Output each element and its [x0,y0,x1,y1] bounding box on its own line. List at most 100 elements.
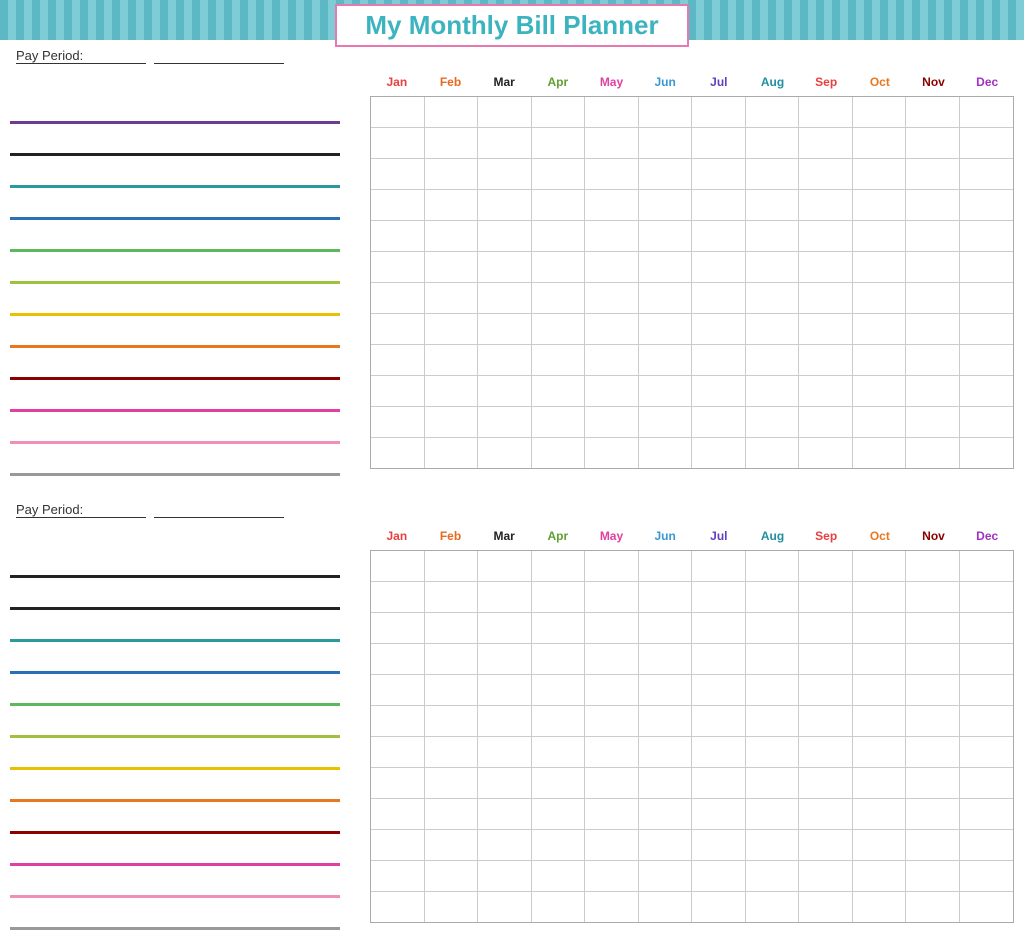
grid-row [371,376,1013,407]
grid-cell [532,283,586,313]
grid-cell [371,551,425,581]
title-box: My Monthly Bill Planner [335,4,688,47]
month-header-nov: Nov [907,68,961,96]
grid-cell [371,675,425,705]
grid-cell [371,613,425,643]
grid-cell [746,252,800,282]
grid-cell [906,706,960,736]
grid-cell [425,283,479,313]
grid-cell [906,376,960,406]
grid-row [371,252,1013,283]
grid-cell [371,830,425,860]
grid-cell [371,644,425,674]
bill-line [10,646,370,676]
month-header-sep: Sep [799,522,853,550]
pay-period-1: Pay Period: [12,48,1014,64]
grid-cell [371,159,425,189]
grid-cell [746,283,800,313]
bill-line-inner [10,313,340,316]
page: My Monthly Bill Planner Pay Period: JanF… [0,0,1024,938]
grid-cell [746,190,800,220]
grid-cell [692,97,746,127]
grid-cell [692,159,746,189]
grid-cell [799,675,853,705]
grid-cell [746,221,800,251]
grid-cell [532,551,586,581]
lines-col-1 [10,68,370,480]
grid-cell [532,613,586,643]
grid-row [371,97,1013,128]
grid-cell [960,613,1014,643]
grid-cell [478,252,532,282]
grid-cell [960,128,1014,158]
bill-line-inner [10,281,340,284]
grid-col-2: JanFebMarAprMayJunJulAugSepOctNovDec [370,522,1014,934]
month-header-jul: Jul [692,68,746,96]
grid-cell [478,407,532,437]
bill-line [10,742,370,772]
grid-cell [639,582,693,612]
grid-cell [425,768,479,798]
grid-cell [585,252,639,282]
bill-line [10,160,370,190]
grid-cell [639,892,693,922]
bill-line [10,902,370,932]
planner-area-1: JanFebMarAprMayJunJulAugSepOctNovDec [10,68,1014,480]
grid-cell [478,221,532,251]
header-bar: My Monthly Bill Planner [0,0,1024,40]
grid-cell [746,582,800,612]
grid-cell [853,407,907,437]
grid-cell [639,128,693,158]
grid-cell [532,159,586,189]
grid-cell [799,97,853,127]
grid-cell [639,345,693,375]
month-header-mar: Mar [477,522,531,550]
grid-cell [371,345,425,375]
grid-cell [746,706,800,736]
grid-cell [585,830,639,860]
grid-cell [371,799,425,829]
grid-row [371,314,1013,345]
grid-cell [799,582,853,612]
month-headers-2: JanFebMarAprMayJunJulAugSepOctNovDec [370,522,1014,550]
grid-cell [746,551,800,581]
grid-cell [532,221,586,251]
grid-cell [853,128,907,158]
grid-cell [478,892,532,922]
grid-cell [853,314,907,344]
bill-line [10,710,370,740]
grid-cell [799,376,853,406]
grid-cell [746,768,800,798]
grid-cell [425,128,479,158]
month-header-may: May [585,522,639,550]
grid-cell [425,861,479,891]
grid-cell [478,799,532,829]
month-header-feb: Feb [424,522,478,550]
grid-cell [639,252,693,282]
grid-cell [960,675,1014,705]
grid-cell [532,314,586,344]
grid-cell [639,97,693,127]
bill-line-inner [10,831,340,834]
grid-cell [425,221,479,251]
grid-cell [960,376,1014,406]
grid-cell [532,892,586,922]
grid-cell [532,438,586,468]
grid-cell [853,551,907,581]
grid-cell [585,190,639,220]
planner-area-2: JanFebMarAprMayJunJulAugSepOctNovDec [10,522,1014,934]
grid-cell [746,376,800,406]
bill-line [10,550,370,580]
grid-cell [585,376,639,406]
grid-cell [532,799,586,829]
grid-cell [425,644,479,674]
grid-cell [532,644,586,674]
grid-cell [692,407,746,437]
grid-cell [746,737,800,767]
grid-cell [746,644,800,674]
grid-cell [478,551,532,581]
grid-cell [692,438,746,468]
bill-line [10,96,370,126]
grid-cell [960,706,1014,736]
grid-cell [639,706,693,736]
